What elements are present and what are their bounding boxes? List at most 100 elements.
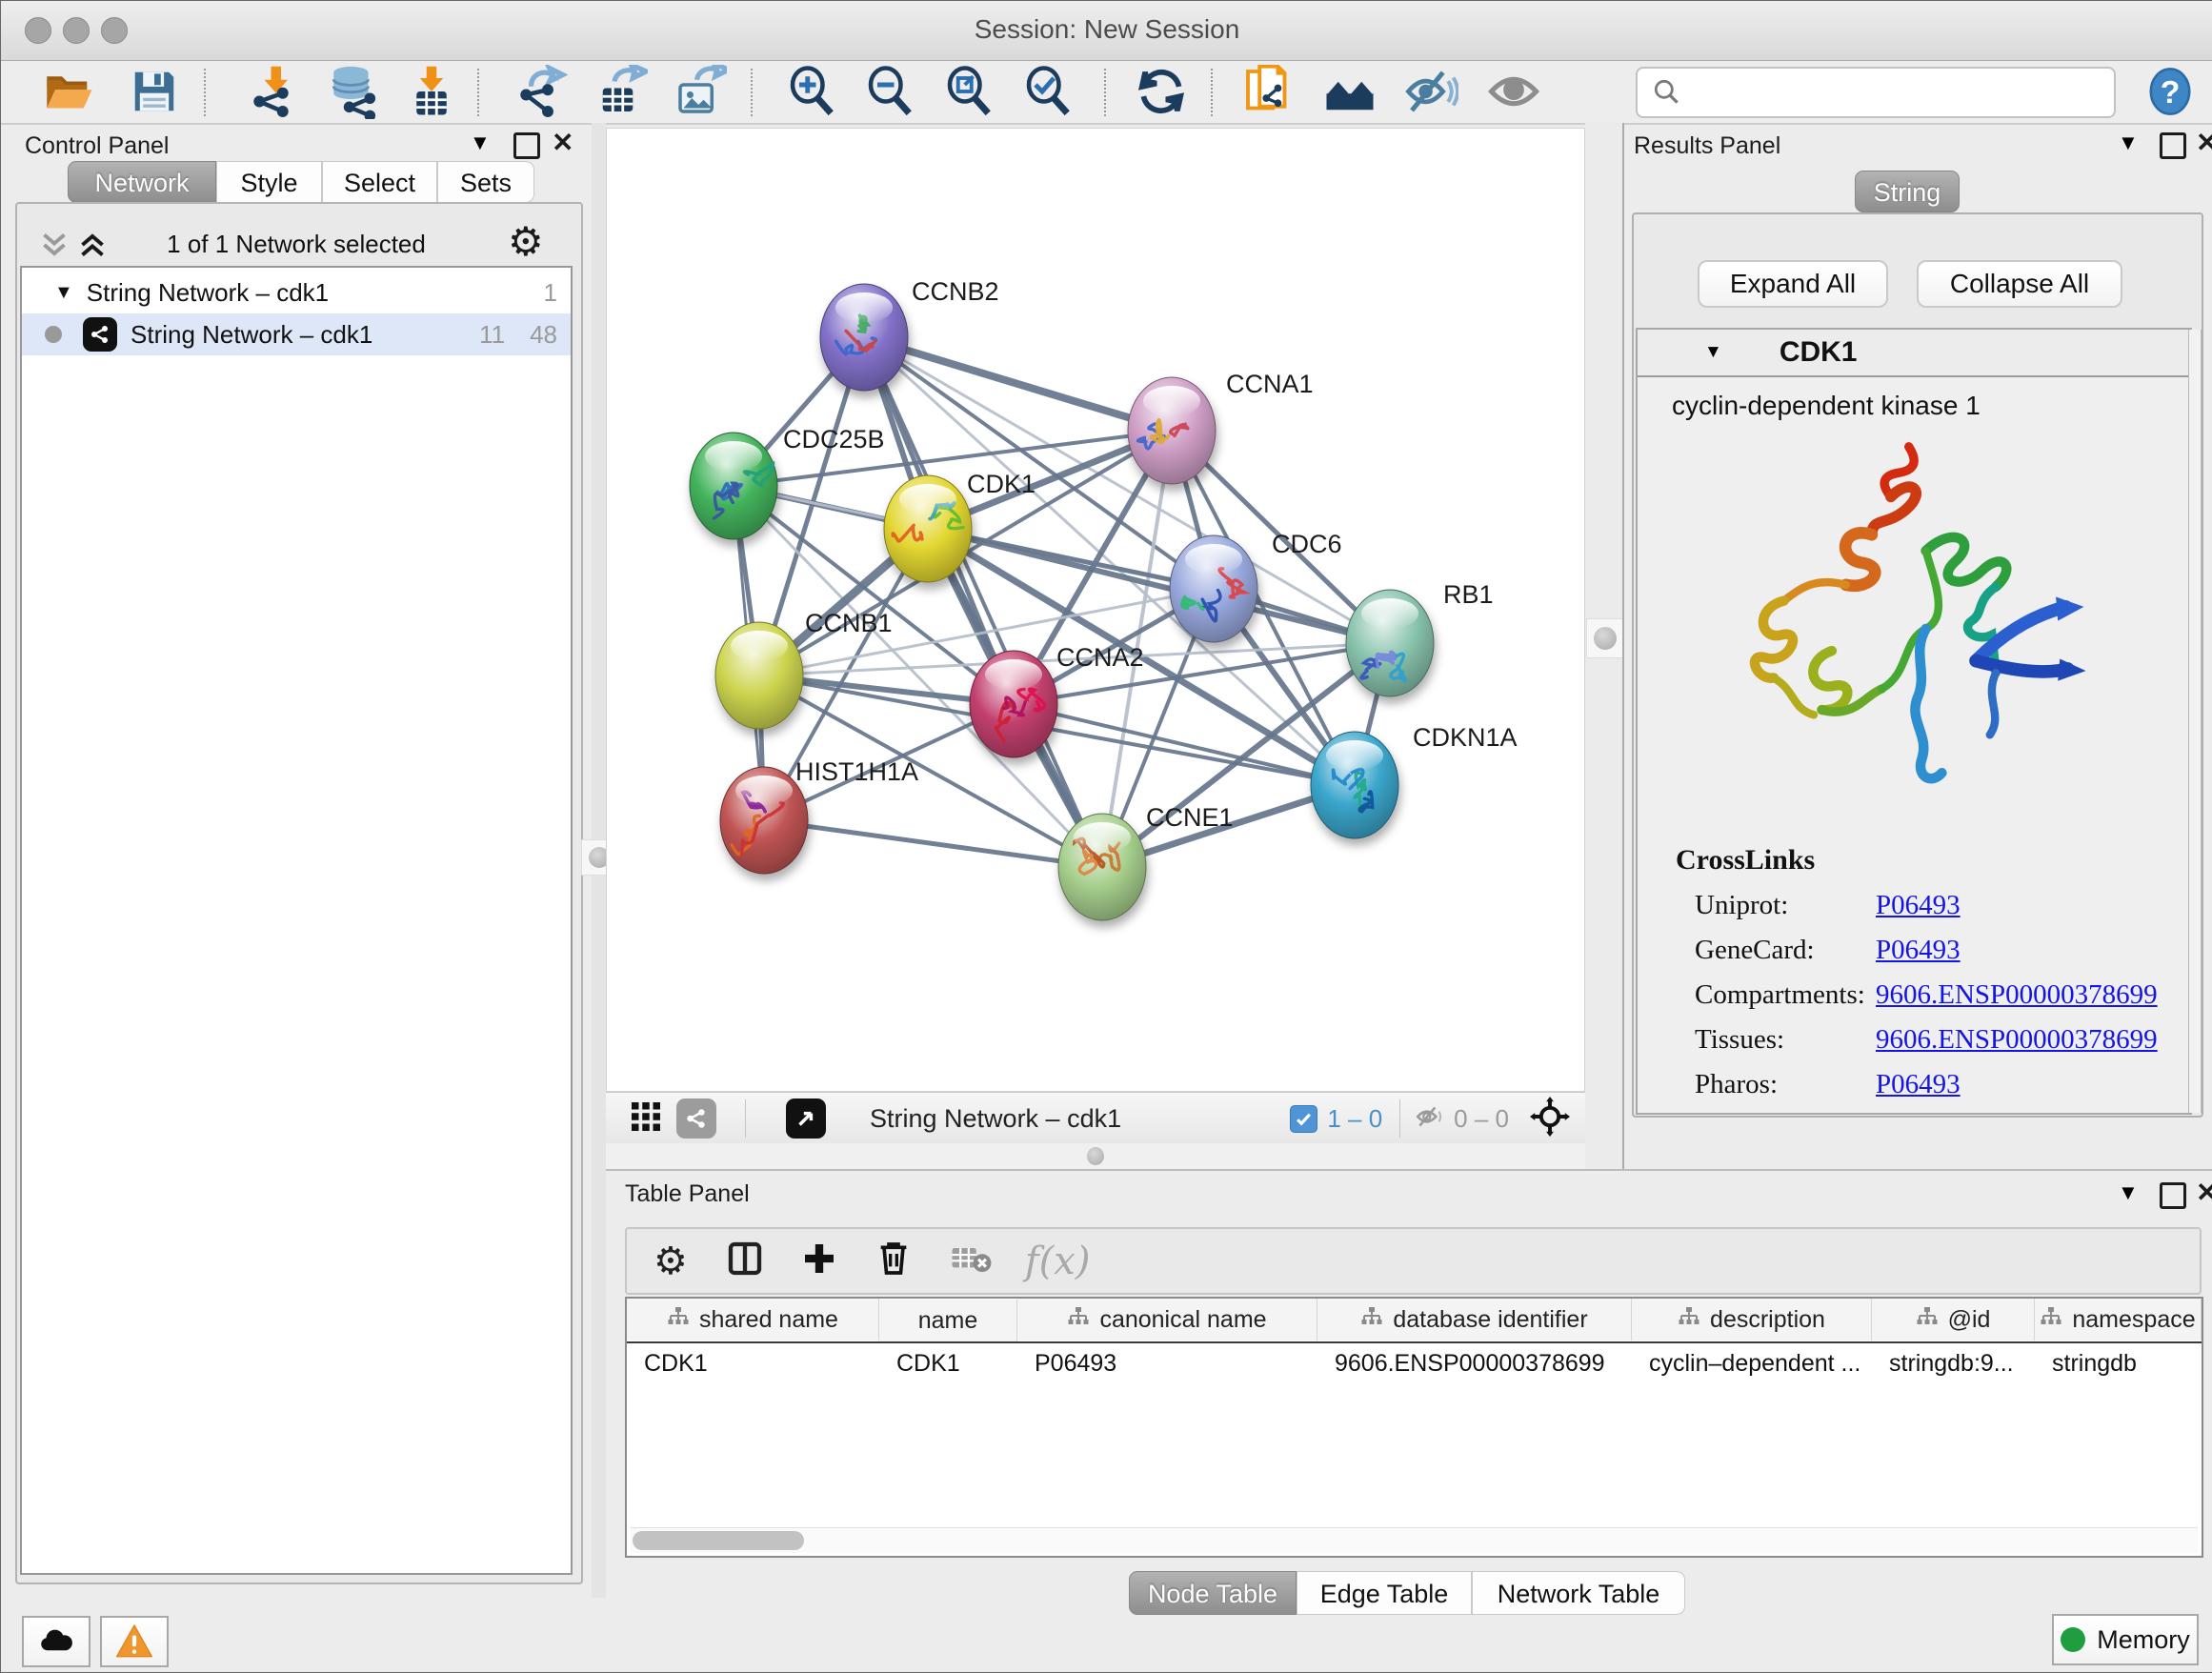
network-edge[interactable]	[764, 820, 1102, 867]
results-panel-close-icon[interactable]: ✕	[2196, 131, 2212, 155]
crosslink-link[interactable]: 9606.ENSP00000378699	[1876, 979, 2158, 1011]
delete-table-icon[interactable]	[951, 1238, 993, 1284]
crosslink-link[interactable]: P06493	[1876, 1069, 1961, 1100]
tab-string-results[interactable]: String	[1855, 171, 1960, 212]
open-session-icon[interactable]	[41, 64, 96, 119]
column-header-shared-name[interactable]: shared name	[627, 1299, 879, 1340]
table-cell[interactable]: P06493	[1017, 1343, 1317, 1383]
network-overview-toggle-icon[interactable]	[676, 1099, 716, 1139]
search-field[interactable]	[1636, 67, 2116, 118]
memory-status-button[interactable]: Memory	[2052, 1614, 2199, 1665]
results-panel-menu-arrow-icon[interactable]: ▼	[2118, 131, 2139, 155]
table-cell[interactable]: CDK1	[627, 1343, 879, 1383]
expand-all-networks-icon[interactable]	[75, 228, 110, 267]
detach-view-icon[interactable]	[786, 1099, 826, 1139]
import-table-file-icon[interactable]	[404, 64, 459, 119]
warning-status-button[interactable]	[100, 1616, 169, 1667]
hidden-eye-icon[interactable]	[1414, 1100, 1446, 1138]
table-panel-close-icon[interactable]: ✕	[2196, 1180, 2212, 1205]
network-tree-selected-row[interactable]: String Network – cdk1 11 48	[22, 313, 571, 355]
tree-expand-arrow-icon[interactable]: ▼	[54, 282, 73, 304]
tab-network[interactable]: Network	[68, 161, 216, 203]
function-builder-icon[interactable]: f(x)	[1025, 1240, 1091, 1283]
network-canvas[interactable]: CCNB2CCNA1CDC25BCDK1CDC6RB1CCNB1CCNA2CDK…	[606, 128, 1585, 1092]
network-node-ccna1[interactable]: CCNA1	[1128, 370, 1314, 484]
birdseye-grid-icon[interactable]	[629, 1099, 663, 1139]
column-header--id[interactable]: @id	[1872, 1299, 2035, 1340]
crosslink-link[interactable]: 9606.ENSP00000378699	[1876, 1024, 2158, 1056]
delete-column-icon[interactable]	[875, 1240, 913, 1282]
show-hidden-icon[interactable]	[1486, 64, 1541, 119]
collapse-all-networks-icon[interactable]	[37, 228, 71, 267]
zoom-fit-icon[interactable]	[942, 64, 997, 119]
table-settings-gear-icon[interactable]: ⚙	[654, 1240, 688, 1283]
results-scrollbar[interactable]	[2188, 330, 2202, 1113]
column-header-description[interactable]: description	[1632, 1299, 1872, 1340]
column-header-namespace[interactable]: namespace	[2035, 1299, 2202, 1340]
import-network-database-icon[interactable]	[327, 64, 382, 119]
node-card-header[interactable]: ▼ CDK1	[1638, 330, 2190, 377]
control-panel-float-icon[interactable]	[513, 132, 540, 159]
network-node-ccne1[interactable]: CCNE1	[1058, 803, 1234, 920]
zoom-out-icon[interactable]	[863, 64, 918, 119]
table-cell[interactable]: stringdb	[2035, 1343, 2202, 1383]
network-options-gear-icon[interactable]: ⚙	[508, 218, 544, 265]
scrollbar-thumb[interactable]	[633, 1531, 804, 1550]
clone-network-icon[interactable]	[1240, 64, 1296, 119]
network-node-rb1[interactable]: RB1	[1346, 580, 1494, 696]
right-splitter-handle[interactable]	[1586, 618, 1623, 658]
network-node-cdc25b[interactable]: CDC25B	[690, 425, 885, 539]
right-splitter[interactable]	[1585, 123, 1622, 1169]
network-node-hist1h1a[interactable]: HIST1H1A	[720, 757, 918, 874]
save-session-icon[interactable]	[127, 64, 182, 119]
column-header-name[interactable]: name	[879, 1300, 1017, 1341]
results-panel-float-icon[interactable]	[2160, 132, 2186, 159]
control-panel-menu-arrow-icon[interactable]: ▼	[470, 131, 491, 155]
apply-layout-icon[interactable]	[1134, 64, 1189, 119]
crosslink-link[interactable]: P06493	[1876, 935, 1961, 966]
zoom-in-icon[interactable]	[785, 64, 840, 119]
selected-checkbox-icon[interactable]	[1290, 1105, 1317, 1133]
fit-content-crosshair-icon[interactable]	[1530, 1097, 1570, 1141]
table-panel-menu-arrow-icon[interactable]: ▼	[2118, 1180, 2139, 1205]
table-cell[interactable]: cyclin–dependent ...	[1632, 1343, 1872, 1383]
table-panel-float-icon[interactable]	[2160, 1182, 2186, 1209]
expand-all-button[interactable]: Expand All	[1698, 260, 1888, 308]
tab-network-table[interactable]: Network Table	[1472, 1571, 1685, 1615]
column-header-canonical-name[interactable]: canonical name	[1017, 1299, 1317, 1340]
collapse-all-button[interactable]: Collapse All	[1917, 260, 2122, 308]
table-cell[interactable]: 9606.ENSP00000378699	[1317, 1343, 1632, 1383]
help-icon[interactable]: ?	[2142, 64, 2198, 119]
table-cell[interactable]: CDK1	[879, 1343, 1017, 1383]
network-edge[interactable]	[864, 337, 1102, 867]
hide-selected-icon[interactable]	[1403, 64, 1458, 119]
crosslink-link[interactable]: P06493	[1876, 890, 1961, 921]
left-splitter[interactable]	[592, 123, 606, 1598]
show-all-panels-icon[interactable]	[1322, 64, 1377, 119]
tab-style[interactable]: Style	[216, 161, 322, 203]
table-cell[interactable]: stringdb:9...	[1872, 1343, 2035, 1383]
export-network-icon[interactable]	[513, 64, 569, 119]
zoom-selected-icon[interactable]	[1021, 64, 1076, 119]
network-edge[interactable]	[864, 337, 1172, 431]
column-header-database-identifier[interactable]: database identifier	[1317, 1299, 1632, 1340]
tab-edge-table[interactable]: Edge Table	[1297, 1571, 1472, 1615]
table-row[interactable]: CDK1CDK1P064939606.ENSP00000378699cyclin…	[627, 1343, 2202, 1388]
tab-sets[interactable]: Sets	[437, 161, 534, 203]
import-network-file-icon[interactable]	[247, 64, 302, 119]
export-image-icon[interactable]	[673, 64, 728, 119]
cloud-status-button[interactable]	[22, 1616, 90, 1667]
search-input[interactable]	[1691, 72, 2114, 112]
add-column-icon[interactable]	[800, 1240, 838, 1282]
node-card-collapse-arrow-icon[interactable]: ▼	[1704, 342, 1722, 363]
network-tree-root-row[interactable]: ▼ String Network – cdk1 1	[22, 272, 571, 313]
network-node-cdkn1a[interactable]: CDKN1A	[1311, 723, 1518, 838]
tab-select[interactable]: Select	[322, 161, 437, 203]
export-table-icon[interactable]	[593, 64, 649, 119]
show-columns-icon[interactable]	[726, 1240, 764, 1282]
tab-node-table[interactable]: Node Table	[1129, 1571, 1297, 1615]
table-horizontal-scrollbar[interactable]	[631, 1527, 2198, 1553]
control-panel-close-icon[interactable]: ✕	[552, 131, 573, 155]
horizontal-splitter[interactable]	[606, 1143, 1585, 1169]
horizontal-splitter-handle[interactable]	[1087, 1147, 1104, 1165]
